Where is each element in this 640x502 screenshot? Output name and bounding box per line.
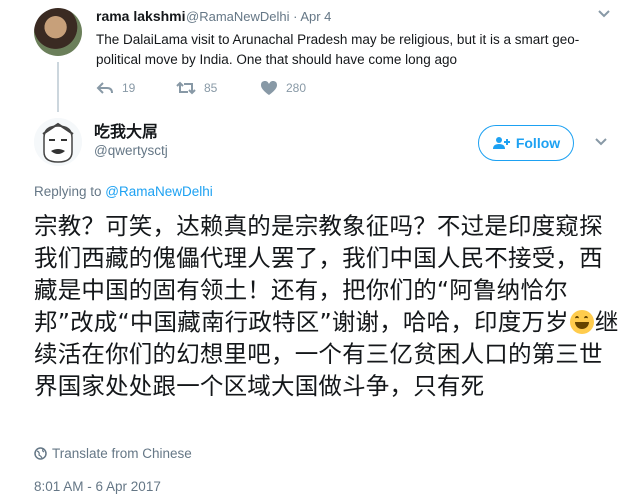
reply-action[interactable]: 19 <box>96 80 135 96</box>
parent-more-chevron-icon[interactable] <box>597 6 611 22</box>
follow-label: Follow <box>515 135 561 151</box>
meme-face-avatar-icon <box>34 118 82 166</box>
translate-link[interactable]: Translate from Chinese <box>34 446 192 461</box>
retweet-action[interactable]: 85 <box>176 80 217 96</box>
replying-to-prefix: Replying to <box>34 184 106 199</box>
parent-tweet-text: The DalaiLama visit to Arunachal Pradesh… <box>96 32 580 67</box>
parent-tweet: rama lakshmi @RamaNewDelhi · Apr 4 The D… <box>0 0 640 112</box>
tweet-timestamp[interactable]: 8:01 AM - 6 Apr 2017 <box>34 479 161 494</box>
globe-icon <box>34 447 47 460</box>
like-action[interactable]: 280 <box>260 80 306 96</box>
add-user-icon <box>492 137 510 149</box>
more-chevron-icon[interactable] <box>594 134 608 150</box>
replying-to-handle-link[interactable]: @RamaNewDelhi <box>105 184 213 199</box>
tweet-text: 宗教？可笑，达赖真的是宗教象征吗？不过是印度窥探我们西藏的傀儡代理人罢了，我们中… <box>34 210 624 402</box>
heart-icon <box>261 81 277 95</box>
replying-to: Replying to @RamaNewDelhi <box>34 184 213 199</box>
thread-connector-line <box>57 62 59 112</box>
parent-author-handle[interactable]: @RamaNewDelhi · Apr 4 <box>186 9 331 24</box>
reply-count: 19 <box>122 81 136 95</box>
parent-avatar[interactable] <box>34 8 82 56</box>
avatar[interactable] <box>34 118 82 166</box>
follow-button[interactable]: Follow <box>478 125 574 161</box>
author-name[interactable]: 吃我大屌 <box>94 118 158 142</box>
retweet-icon <box>176 81 196 95</box>
author-handle[interactable]: @qwertysctj <box>94 143 168 158</box>
parent-action-bar: 19 85 280 <box>96 80 496 100</box>
like-count: 280 <box>286 81 307 95</box>
grinning-face-emoji-icon <box>569 310 594 334</box>
translate-label: Translate from Chinese <box>52 446 192 461</box>
tweet-text-part-1: 宗教？可笑，达赖真的是宗教象征吗？不过是印度窥探我们西藏的傀儡代理人罢了，我们中… <box>34 212 603 336</box>
parent-author-name[interactable]: rama lakshmi <box>96 8 186 24</box>
reply-icon <box>96 82 113 94</box>
retweet-count: 85 <box>204 81 218 95</box>
